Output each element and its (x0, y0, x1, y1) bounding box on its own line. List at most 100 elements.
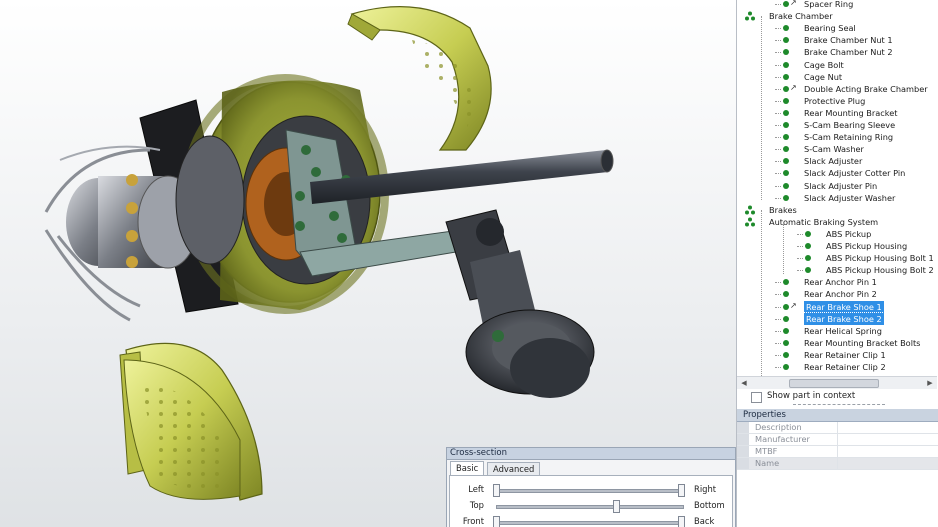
panel-splitter[interactable] (793, 404, 885, 407)
tree-item[interactable]: Slack Adjuster Cotter Pin (737, 167, 937, 179)
part-icon (783, 170, 789, 177)
front-back-slider-row: Front Back (450, 515, 732, 527)
tree-item-label: ABS Pickup Housing Bolt 1 (826, 253, 934, 264)
show-part-in-context-row[interactable]: Show part in context (737, 389, 937, 405)
tree-item-label: Slack Adjuster (804, 156, 863, 167)
left-right-slider-row: Left Right (450, 483, 732, 497)
tree-item[interactable]: ABS Pickup Housing Bolt 2 (737, 264, 937, 276)
part-icon (805, 267, 811, 274)
part-icon (783, 339, 789, 346)
tree-item-label: Slack Adjuster Pin (804, 180, 878, 191)
tree-item[interactable]: Cage Bolt (737, 59, 937, 71)
part-icon (783, 37, 789, 44)
left-right-slider[interactable] (496, 489, 684, 493)
property-row-mtbf[interactable]: MTBF (737, 446, 938, 458)
left-right-slider-end-thumb[interactable] (678, 484, 685, 497)
tree-item[interactable]: Automatic Braking System (737, 216, 937, 228)
tree-item[interactable]: ↗ Double Acting Brake Chamber (737, 83, 937, 95)
tree-item-label: Cage Bolt (804, 59, 844, 70)
part-icon (783, 315, 789, 322)
tree-item[interactable]: Slack Adjuster Washer (737, 192, 937, 204)
front-back-slider-thumb[interactable] (493, 516, 500, 527)
tree-item-label: Automatic Braking System (769, 216, 879, 227)
front-back-slider-end-thumb[interactable] (678, 516, 685, 527)
property-row-name[interactable]: Name (737, 458, 938, 470)
tree-item[interactable]: Slack Adjuster Pin (737, 180, 937, 192)
tree-item[interactable]: ABS Pickup Housing Bolt 1 (737, 252, 937, 264)
scroll-left-icon[interactable]: ◀ (739, 378, 749, 388)
tree-item-label: ABS Pickup Housing Bolt 2 (826, 265, 934, 276)
brake-chamber-assembly[interactable] (445, 209, 595, 398)
tree-item[interactable]: Brake Chamber Nut 2 (737, 46, 937, 58)
side-panel: ↗ Spacer Ring Brake Chamber Bearing Seal Bra… (736, 0, 938, 527)
front-back-slider[interactable] (496, 521, 684, 525)
tree-item[interactable]: Brake Chamber Nut 1 (737, 34, 937, 46)
top-bottom-slider-row: Top Bottom (450, 499, 732, 513)
tree-item[interactable]: Rear Brake Shoe 2 (737, 311, 937, 326)
tree-item-label: ABS Pickup (826, 228, 872, 239)
tree-item[interactable]: Bearing Seal (737, 22, 937, 34)
tree-item-label: Brakes (769, 204, 797, 215)
tree-item[interactable]: S-Cam Bearing Sleeve (737, 119, 937, 131)
property-row-description[interactable]: Description (737, 422, 938, 434)
scroll-right-icon[interactable]: ▶ (925, 378, 935, 388)
parts-tree[interactable]: ↗ Spacer Ring Brake Chamber Bearing Seal Bra… (737, 0, 937, 376)
part-icon (783, 182, 789, 189)
lower-brake-shoe[interactable] (119, 342, 263, 501)
tree-item[interactable]: Rear Anchor Pin 2 (737, 288, 937, 300)
slider-top-label: Top (469, 500, 484, 510)
tree-item-label: Rear Retainer Clip 2 (804, 362, 886, 372)
part-icon (783, 291, 789, 298)
tree-item[interactable]: S-Cam Retaining Ring (737, 131, 937, 143)
tree-item[interactable]: Brakes (737, 204, 937, 216)
scrollbar-thumb[interactable] (789, 379, 879, 388)
property-key: MTBF (755, 446, 778, 456)
tree-item[interactable]: Rear Mounting Bracket (737, 107, 937, 119)
tree-item[interactable]: ↗ Rear Brake Shoe 1 (737, 299, 937, 314)
tree-item-label: S-Cam Retaining Ring (804, 132, 894, 143)
part-icon (783, 122, 789, 128)
tree-item[interactable]: Rear Retainer Clip 1 (737, 349, 937, 361)
tree-item-label: ABS Pickup Housing (826, 241, 908, 251)
tree-item-label: Rear Anchor Pin 1 (804, 277, 877, 288)
tree-item[interactable]: Brake Chamber (737, 10, 937, 22)
tree-item[interactable]: S-Cam Washer (737, 143, 937, 155)
assembly-icon (745, 205, 755, 215)
part-icon (783, 364, 789, 370)
link-icon: ↗ (790, 0, 797, 7)
top-bottom-slider-thumb[interactable] (613, 500, 620, 513)
properties-title: Properties (737, 409, 938, 422)
top-bottom-slider[interactable] (496, 505, 684, 509)
part-icon (783, 194, 789, 201)
tree-item[interactable]: Slack Adjuster (737, 155, 937, 167)
tree-item[interactable]: Rear Retainer Clip 2 (737, 361, 937, 373)
tree-item[interactable]: Rear Mounting Bracket Bolts (737, 337, 937, 349)
tree-item[interactable]: Cage Nut (737, 71, 937, 83)
part-icon (783, 158, 789, 165)
show-part-in-context-label: Show part in context (767, 391, 856, 401)
tree-item[interactable]: Protective Plug (737, 95, 937, 107)
left-right-slider-thumb[interactable] (493, 484, 500, 497)
tree-item[interactable]: ABS Pickup (737, 228, 937, 240)
property-row-manufacturer[interactable]: Manufacturer (737, 434, 938, 446)
tree-item[interactable]: Rear Anchor Pin 1 (737, 276, 937, 288)
assembly-icon (745, 217, 755, 227)
tree-item-label: Rear Brake Shoe 2 (803, 311, 885, 326)
show-part-in-context-checkbox[interactable] (751, 392, 762, 403)
part-icon (783, 279, 789, 286)
tree-item-label: Rear Brake Shoe 1 (803, 299, 885, 314)
tree-item-label: Slack Adjuster Cotter Pin (804, 168, 906, 179)
tree-item-label: Brake Chamber (769, 11, 833, 22)
tree-item-label: Rear Mounting Bracket Bolts (804, 337, 921, 348)
part-icon (783, 97, 789, 104)
tree-item-label: Spacer Ring (804, 0, 854, 9)
slider-back-label: Back (694, 516, 715, 526)
tree-item[interactable]: Rear Helical Spring (737, 325, 937, 337)
part-icon (783, 351, 789, 358)
tree-item[interactable]: ↗ Spacer Ring (737, 0, 937, 10)
tree-item[interactable]: ABS Pickup Housing (737, 240, 937, 252)
3d-viewport[interactable]: Cross-section Basic Advanced Left Right … (0, 0, 736, 527)
tree-horizontal-scrollbar[interactable]: ◀ ▶ (737, 376, 937, 389)
part-group-icon (783, 1, 789, 7)
tree-item-label: S-Cam Washer (804, 144, 864, 155)
